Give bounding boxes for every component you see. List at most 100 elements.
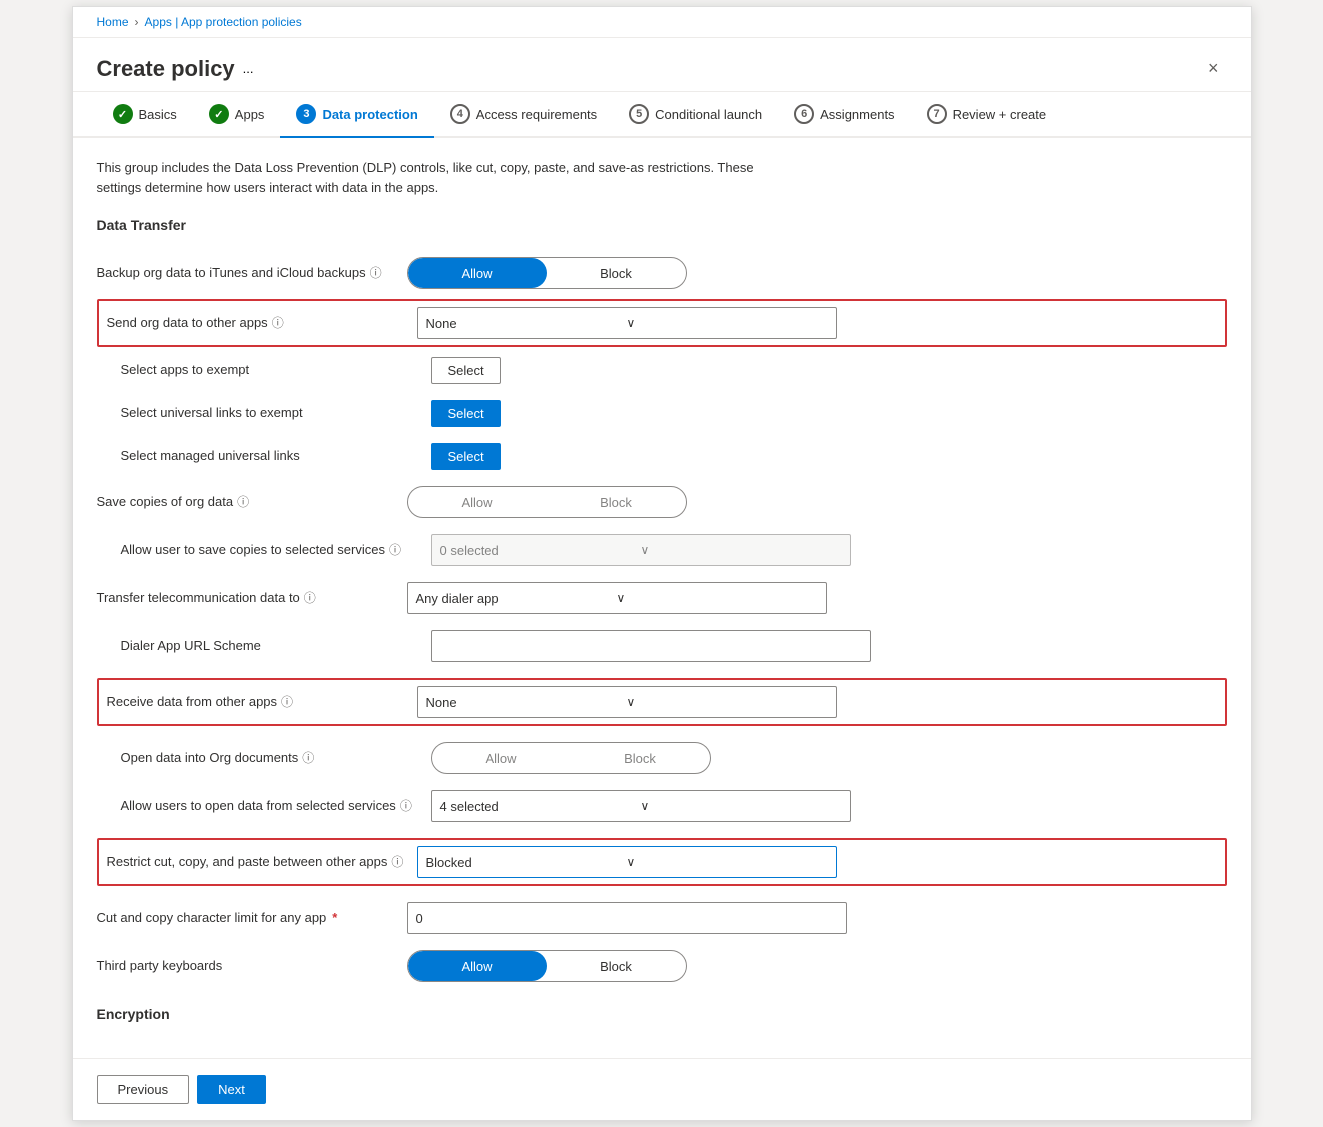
allow-user-save-dropdown-container: 0 selected ∨ — [431, 534, 871, 566]
save-copies-block-btn[interactable]: Block — [547, 487, 686, 517]
restrict-cut-copy-info-icon[interactable]: ⓘ — [391, 854, 403, 871]
allow-open-data-dropdown[interactable]: 4 selected ∨ — [431, 790, 851, 822]
tab-review-num: 7 — [927, 104, 947, 124]
tab-assignments[interactable]: 6 Assignments — [778, 92, 910, 138]
open-data-info-icon[interactable]: ⓘ — [302, 750, 314, 767]
section-description: This group includes the Data Loss Preven… — [97, 158, 797, 197]
backup-allow-btn[interactable]: Allow — [408, 258, 547, 288]
breadcrumb-home[interactable]: Home — [97, 15, 129, 29]
allow-user-save-info-icon[interactable]: ⓘ — [389, 542, 401, 559]
receive-data-label: Receive data from other apps ⓘ — [107, 693, 417, 711]
save-copies-info-icon[interactable]: ⓘ — [237, 494, 249, 511]
tab-apps[interactable]: Apps — [193, 92, 281, 138]
receive-data-info-icon[interactable]: ⓘ — [281, 694, 293, 711]
allow-user-save-chevron-icon: ∨ — [641, 543, 842, 557]
save-copies-toggle-container: Allow Block — [407, 486, 847, 518]
tab-data-protection-label: Data protection — [322, 107, 417, 122]
receive-data-value: None — [426, 695, 627, 710]
restrict-cut-copy-dropdown[interactable]: Blocked ∨ — [417, 846, 837, 878]
tab-apps-check — [209, 104, 229, 124]
char-limit-required: * — [332, 909, 337, 927]
select-apps-exempt-control: Select — [431, 357, 871, 384]
receive-data-dropdown[interactable]: None ∨ — [417, 686, 837, 718]
allow-open-data-info-icon[interactable]: ⓘ — [400, 798, 412, 815]
save-copies-allow-btn[interactable]: Allow — [408, 487, 547, 517]
transfer-telecom-chevron-icon: ∨ — [617, 591, 818, 605]
content-area: This group includes the Data Loss Preven… — [73, 138, 1251, 1058]
tab-access-label: Access requirements — [476, 107, 597, 122]
transfer-telecom-info-icon[interactable]: ⓘ — [304, 590, 316, 607]
allow-open-data-row: Allow users to open data from selected s… — [97, 782, 1227, 830]
tab-bar: Basics Apps 3 Data protection 4 Access r… — [73, 92, 1251, 138]
send-org-dropdown[interactable]: None ∨ — [417, 307, 837, 339]
tab-basics-check — [113, 104, 133, 124]
allow-open-data-chevron-icon: ∨ — [641, 799, 842, 813]
third-party-allow-btn[interactable]: Allow — [408, 951, 547, 981]
tab-access-requirements[interactable]: 4 Access requirements — [434, 92, 613, 138]
transfer-telecom-value: Any dialer app — [416, 591, 617, 606]
select-universal-links-label: Select universal links to exempt — [121, 404, 431, 422]
transfer-telecom-dropdown-container: Any dialer app ∨ — [407, 582, 847, 614]
save-copies-row: Save copies of org data ⓘ Allow Block — [97, 478, 1227, 526]
select-managed-universal-btn[interactable]: Select — [431, 443, 501, 470]
char-limit-label: Cut and copy character limit for any app… — [97, 909, 407, 927]
tab-conditional-launch[interactable]: 5 Conditional launch — [613, 92, 778, 138]
dialog-header: Create policy ... × — [73, 38, 1251, 92]
allow-open-data-value: 4 selected — [440, 799, 641, 814]
restrict-cut-copy-dropdown-container: Blocked ∨ — [417, 846, 857, 878]
backup-block-btn[interactable]: Block — [547, 258, 686, 288]
tab-data-protection[interactable]: 3 Data protection — [280, 92, 433, 138]
close-button[interactable]: × — [1200, 54, 1227, 83]
tab-conditional-label: Conditional launch — [655, 107, 762, 122]
send-org-info-icon[interactable]: ⓘ — [272, 315, 284, 332]
breadcrumb-sep1: › — [135, 15, 139, 29]
backup-org-data-label: Backup org data to iTunes and iCloud bac… — [97, 264, 407, 282]
backup-info-icon[interactable]: ⓘ — [370, 265, 382, 282]
open-data-allow-btn[interactable]: Allow — [432, 743, 571, 773]
allow-user-save-dropdown[interactable]: 0 selected ∨ — [431, 534, 851, 566]
receive-data-chevron-icon: ∨ — [627, 695, 828, 709]
open-data-toggle-container: Allow Block — [431, 742, 871, 774]
dialer-url-input-container — [431, 630, 871, 662]
backup-toggle: Allow Block — [407, 257, 847, 289]
save-copies-label: Save copies of org data ⓘ — [97, 493, 407, 511]
tab-basics[interactable]: Basics — [97, 92, 193, 138]
tab-assignments-num: 6 — [794, 104, 814, 124]
dialer-url-input[interactable] — [431, 630, 871, 662]
third-party-block-btn[interactable]: Block — [547, 951, 686, 981]
restrict-cut-copy-label: Restrict cut, copy, and paste between ot… — [107, 853, 417, 871]
tab-review-label: Review + create — [953, 107, 1047, 122]
allow-user-save-row: Allow user to save copies to selected se… — [97, 526, 1227, 574]
transfer-telecom-dropdown[interactable]: Any dialer app ∨ — [407, 582, 827, 614]
tab-basics-label: Basics — [139, 107, 177, 122]
select-universal-links-btn[interactable]: Select — [431, 400, 501, 427]
third-party-toggle: Allow Block — [407, 950, 687, 982]
select-universal-links-control: Select — [431, 400, 871, 427]
next-button[interactable]: Next — [197, 1075, 266, 1104]
char-limit-input-container — [407, 902, 847, 934]
restrict-cut-copy-value: Blocked — [426, 855, 627, 870]
dialer-url-label: Dialer App URL Scheme — [121, 637, 431, 655]
create-policy-dialog: Home › Apps | App protection policies Cr… — [72, 6, 1252, 1121]
footer: Previous Next — [73, 1058, 1251, 1120]
save-copies-toggle: Allow Block — [407, 486, 687, 518]
select-managed-universal-label: Select managed universal links — [121, 447, 431, 465]
open-data-toggle: Allow Block — [431, 742, 711, 774]
open-data-block-btn[interactable]: Block — [571, 743, 710, 773]
char-limit-input[interactable] — [407, 902, 847, 934]
third-party-keyboards-row: Third party keyboards Allow Block — [97, 942, 1227, 990]
previous-button[interactable]: Previous — [97, 1075, 190, 1104]
select-apps-exempt-label: Select apps to exempt — [121, 361, 431, 379]
send-org-chevron-icon: ∨ — [627, 316, 828, 330]
tab-assignments-label: Assignments — [820, 107, 894, 122]
dialog-ellipsis: ... — [243, 61, 254, 76]
tab-review-create[interactable]: 7 Review + create — [911, 92, 1063, 138]
char-limit-row: Cut and copy character limit for any app… — [97, 894, 1227, 942]
third-party-keyboards-toggle-container: Allow Block — [407, 950, 847, 982]
tab-conditional-num: 5 — [629, 104, 649, 124]
tab-apps-label: Apps — [235, 107, 265, 122]
backup-toggle-group: Allow Block — [407, 257, 687, 289]
breadcrumb-apps[interactable]: Apps | App protection policies — [145, 15, 302, 29]
select-apps-exempt-btn[interactable]: Select — [431, 357, 501, 384]
open-data-org-label: Open data into Org documents ⓘ — [121, 749, 431, 767]
